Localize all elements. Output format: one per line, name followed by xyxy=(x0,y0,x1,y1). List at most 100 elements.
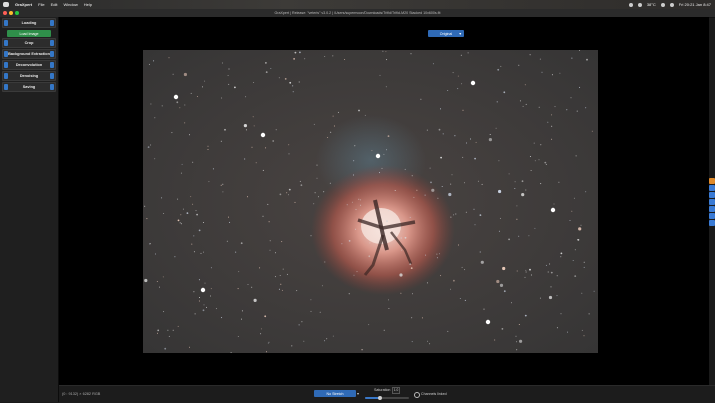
advanced-icon[interactable] xyxy=(50,62,54,68)
section-deconvolution[interactable]: Deconvolution xyxy=(2,60,56,70)
saturation-value[interactable]: 1.0 xyxy=(392,387,400,394)
advanced-icon[interactable] xyxy=(50,73,54,79)
star xyxy=(488,138,492,142)
advanced-icon[interactable] xyxy=(50,20,54,26)
star xyxy=(221,97,223,99)
star xyxy=(521,193,525,197)
star xyxy=(413,196,415,198)
star xyxy=(189,134,190,136)
star xyxy=(172,329,174,331)
saturation-slider[interactable] xyxy=(365,396,409,400)
star xyxy=(585,191,587,193)
search-icon[interactable] xyxy=(669,2,674,7)
star xyxy=(571,210,573,212)
star xyxy=(547,121,549,123)
help-icon[interactable] xyxy=(4,20,8,26)
star xyxy=(474,157,476,160)
star xyxy=(324,261,326,263)
star xyxy=(514,181,516,183)
wifi-icon[interactable] xyxy=(660,2,665,7)
edge-tab[interactable] xyxy=(709,199,715,205)
stretch-select[interactable]: No Stretch xyxy=(314,390,356,397)
edge-tab[interactable] xyxy=(709,185,715,191)
chevron-down-icon[interactable]: ▾ xyxy=(357,391,359,396)
star xyxy=(556,275,558,277)
edge-tab[interactable] xyxy=(709,178,715,184)
star xyxy=(330,131,332,133)
edge-tab[interactable] xyxy=(709,206,715,212)
star xyxy=(237,288,239,290)
menu-edit[interactable]: Edit xyxy=(51,2,58,7)
star xyxy=(514,188,516,189)
saturation-label: Saturation xyxy=(374,388,391,392)
edge-tab[interactable] xyxy=(709,192,715,198)
channels-linked-checkbox[interactable] xyxy=(414,392,420,398)
status-icon[interactable] xyxy=(637,2,642,7)
star xyxy=(400,292,402,294)
star xyxy=(551,114,553,116)
help-icon[interactable] xyxy=(4,62,8,68)
star xyxy=(453,214,455,216)
help-icon[interactable] xyxy=(4,51,8,57)
star xyxy=(279,275,281,276)
help-icon[interactable] xyxy=(4,84,8,90)
advanced-icon[interactable] xyxy=(50,51,54,57)
slider-thumb[interactable] xyxy=(378,396,383,400)
help-icon[interactable] xyxy=(4,40,8,46)
star xyxy=(207,149,209,150)
menu-file[interactable]: File xyxy=(38,2,44,7)
star xyxy=(184,122,186,124)
star xyxy=(440,108,441,110)
star xyxy=(569,220,571,221)
star xyxy=(177,198,179,200)
star xyxy=(501,328,504,330)
star xyxy=(578,227,582,231)
star xyxy=(530,170,532,171)
menu-help[interactable]: Help xyxy=(84,2,92,7)
edge-tab[interactable] xyxy=(709,213,715,219)
minimize-window-icon[interactable] xyxy=(9,11,13,15)
section-label: Crop xyxy=(24,41,34,45)
star xyxy=(296,290,298,292)
star xyxy=(150,144,152,146)
section-saving[interactable]: Saving xyxy=(2,82,56,92)
help-icon[interactable] xyxy=(4,73,8,79)
section-background-extraction[interactable]: Background Extraction xyxy=(2,49,56,59)
edge-tab[interactable] xyxy=(709,220,715,226)
zoom-window-icon[interactable] xyxy=(15,11,19,15)
star xyxy=(498,230,500,232)
star xyxy=(193,251,195,253)
menu-window[interactable]: Window xyxy=(63,2,77,7)
star xyxy=(457,88,459,90)
advanced-icon[interactable] xyxy=(50,40,54,46)
close-window-icon[interactable] xyxy=(3,11,7,15)
app-menu[interactable]: GraXpert xyxy=(15,2,32,7)
section-denoising[interactable]: Denoising xyxy=(2,71,56,81)
star xyxy=(348,240,351,242)
status-icon[interactable] xyxy=(628,2,633,7)
advanced-icon[interactable] xyxy=(50,84,54,90)
star xyxy=(157,332,158,334)
star xyxy=(161,197,163,199)
display-mode-select[interactable]: Original ▼ xyxy=(428,30,464,37)
star xyxy=(496,101,498,103)
star xyxy=(383,329,385,331)
nebula-image[interactable] xyxy=(143,50,598,353)
star xyxy=(161,105,163,107)
star xyxy=(354,145,356,147)
stretch-value: No Stretch xyxy=(326,391,344,396)
star xyxy=(313,123,315,125)
star xyxy=(579,50,581,51)
star xyxy=(280,283,282,285)
section-loading[interactable]: Loading xyxy=(2,18,56,28)
star xyxy=(447,90,449,91)
star xyxy=(516,205,518,207)
load-image-button[interactable]: Load Image xyxy=(7,30,51,37)
star xyxy=(238,271,240,273)
section-crop[interactable]: Crop xyxy=(2,38,56,48)
star xyxy=(425,254,427,256)
apple-menu-icon[interactable] xyxy=(3,2,9,7)
star xyxy=(163,213,165,214)
star xyxy=(326,338,328,340)
star xyxy=(303,340,305,342)
